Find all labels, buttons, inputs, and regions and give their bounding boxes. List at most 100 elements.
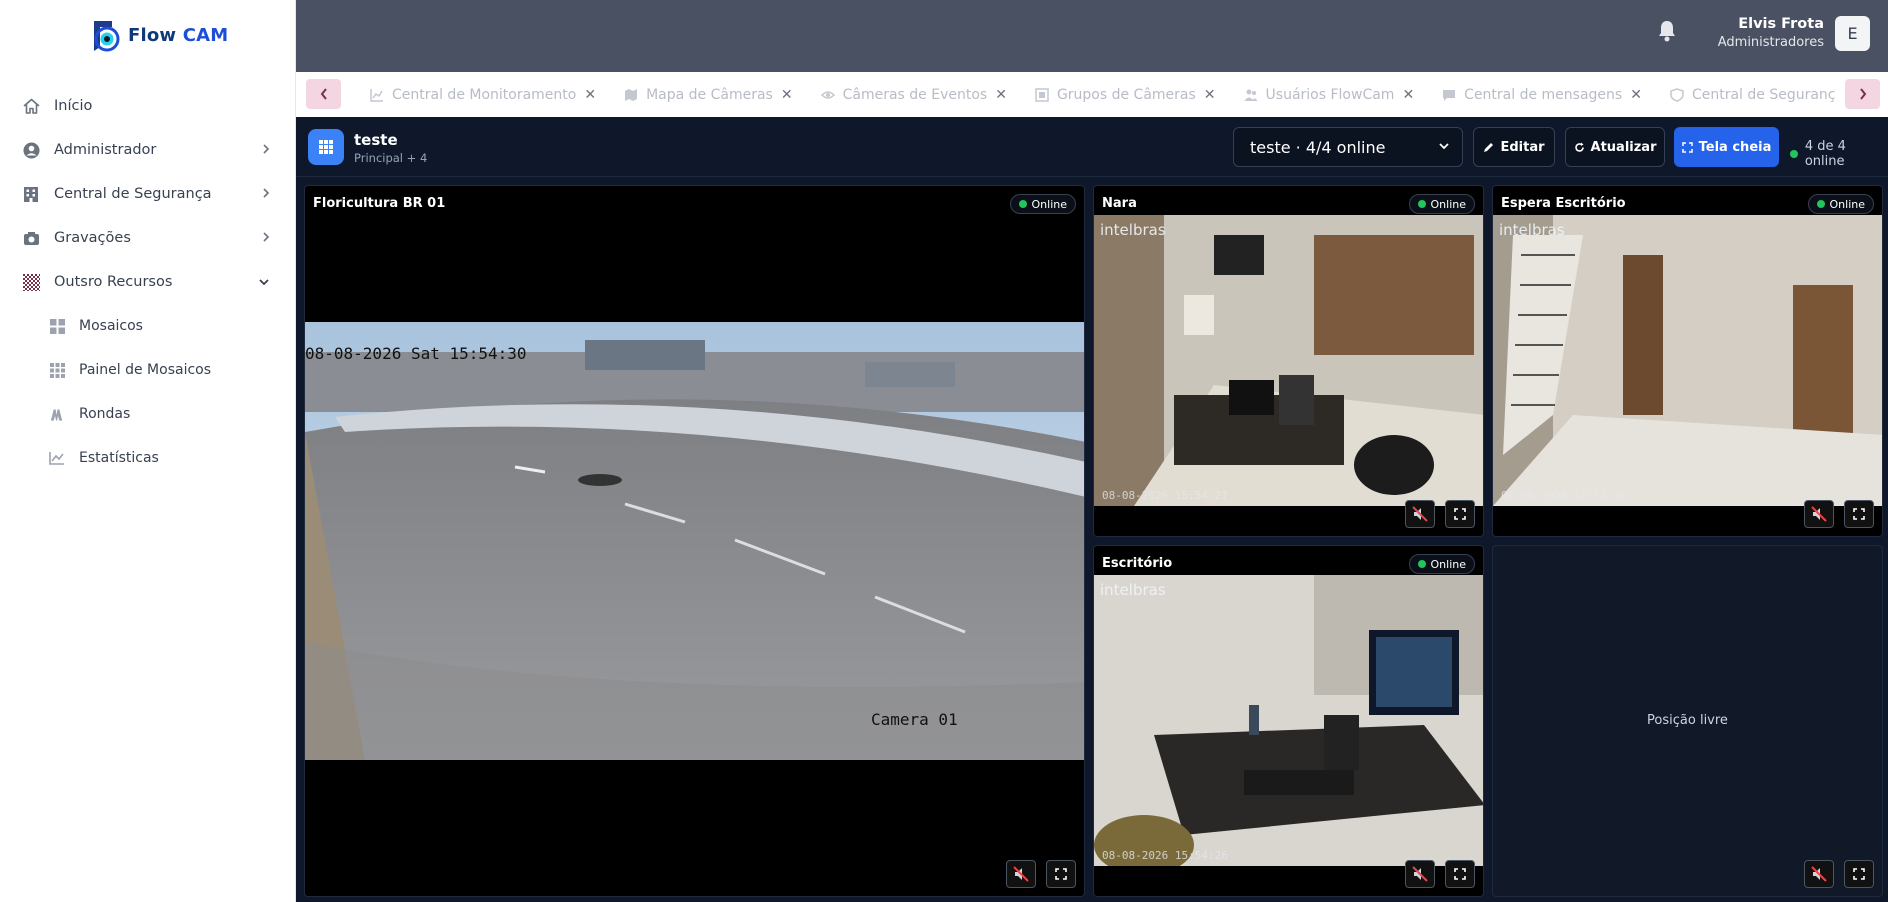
- online-dot-icon: [1018, 200, 1027, 208]
- tab-central-seguranca[interactable]: Central de Seguranç: [1670, 87, 1836, 103]
- mosaic-grid-icon: [308, 129, 344, 165]
- status-badge: Online: [1009, 194, 1076, 214]
- mosaic-select[interactable]: teste · 4/4 online: [1233, 127, 1463, 167]
- expand-button[interactable]: [1046, 860, 1076, 888]
- hallway-scene-image: [1493, 215, 1882, 506]
- tab-central-mensagens[interactable]: Central de mensagens ✕: [1442, 87, 1642, 103]
- camera-timestamp-overlay: 08-08-2026 15:54:26: [1102, 849, 1228, 862]
- logo-text: Flow CAM: [128, 25, 228, 46]
- fullscreen-button[interactable]: Tela cheia: [1674, 127, 1779, 167]
- bell-icon[interactable]: [1656, 19, 1678, 43]
- chevron-down-icon: [259, 279, 269, 286]
- camera-name: Escritório: [1102, 556, 1173, 571]
- close-icon[interactable]: ✕: [781, 87, 793, 103]
- sidebar-subitem-rondas[interactable]: Rondas: [0, 392, 296, 436]
- user-info[interactable]: Elvis Frota Administradores: [1718, 16, 1824, 50]
- camera-feed: intelbras 08-08-2026 15:54:26: [1094, 575, 1483, 866]
- sidebar-item-label: Administrador: [54, 142, 157, 158]
- close-icon[interactable]: ✕: [584, 87, 596, 103]
- map-icon: [625, 88, 638, 101]
- status-text: Online: [1430, 197, 1466, 211]
- road-scene-image: [305, 322, 1084, 760]
- camera-tile-escritorio[interactable]: Escritório Online intelbras 08-08-2026 1…: [1093, 545, 1484, 897]
- sidebar-subitem-mosaicos[interactable]: Mosaicos: [0, 304, 296, 348]
- tab-mapa-cameras[interactable]: Mapa de Câmeras ✕: [624, 87, 793, 103]
- sidebar-item-inicio[interactable]: Início: [0, 84, 296, 128]
- edit-button[interactable]: Editar: [1473, 127, 1555, 167]
- camera-tile-espera-escritorio[interactable]: Espera Escritório Online intelbras 08-08…: [1492, 185, 1883, 537]
- edit-button-label: Editar: [1500, 139, 1545, 155]
- sidebar-item-central-seguranca[interactable]: Central de Segurança: [0, 172, 296, 216]
- mute-button[interactable]: [1405, 500, 1435, 528]
- chart-icon: [49, 450, 65, 466]
- tab-central-monitoramento[interactable]: Central de Monitoramento ✕: [370, 87, 596, 103]
- camera-brand-watermark: intelbras: [1499, 221, 1565, 239]
- sidebar-nav: Início Administrador Central de Seguranç…: [0, 84, 296, 480]
- speaker-muted-icon: [1013, 866, 1029, 882]
- tab-cameras-eventos[interactable]: Câmeras de Eventos ✕: [820, 86, 1007, 103]
- fullscreen-button-label: Tela cheia: [1698, 139, 1772, 155]
- user-name: Elvis Frota: [1738, 16, 1824, 32]
- sidebar-subitem-label: Painel de Mosaicos: [79, 362, 212, 378]
- status-badge: Online: [1807, 194, 1874, 214]
- close-icon[interactable]: ✕: [1402, 87, 1414, 103]
- walk-icon: [49, 406, 65, 422]
- camera-tile-main[interactable]: Floricultura BR 01 Online 08-08-2026 Sat…: [304, 185, 1085, 897]
- expand-button[interactable]: [1445, 500, 1475, 528]
- camera-timestamp-overlay: 08-08-2026 15:54:26: [1501, 489, 1627, 502]
- camera-label-overlay: Camera 01: [871, 710, 958, 729]
- sidebar-subitem-label: Rondas: [79, 406, 131, 422]
- sidebar-item-label: Início: [54, 98, 93, 114]
- sidebar-subitem-estatisticas[interactable]: Estatísticas: [0, 436, 296, 480]
- online-dot-icon: [1790, 150, 1798, 158]
- camera-name: Floricultura BR 01: [313, 196, 446, 211]
- camera-tile-free-slot[interactable]: Posição livre: [1492, 545, 1883, 897]
- close-icon[interactable]: ✕: [1204, 87, 1216, 103]
- sidebar-item-gravacoes[interactable]: Gravações: [0, 216, 296, 260]
- tab-grupos-cameras[interactable]: Grupos de Câmeras ✕: [1035, 87, 1216, 103]
- camera-feed: intelbras 08-08-2026 15:54:27: [1094, 215, 1483, 506]
- tabs-list: Central de Monitoramento ✕ Mapa de Câmer…: [370, 72, 1840, 117]
- expand-button[interactable]: [1445, 860, 1475, 888]
- online-dot-icon: [1816, 200, 1825, 208]
- status-badge: Online: [1408, 554, 1475, 574]
- camera-icon: [22, 229, 40, 247]
- sidebar-item-administrador[interactable]: Administrador: [0, 128, 296, 172]
- expand-button[interactable]: [1844, 860, 1874, 888]
- mosaic-icon: [49, 318, 65, 334]
- tabs-scroll-left-button[interactable]: [306, 79, 341, 109]
- mute-button[interactable]: [1405, 860, 1435, 888]
- mosaic-header: teste Principal + 4 teste · 4/4 online E…: [296, 117, 1888, 177]
- close-icon[interactable]: ✕: [1630, 87, 1642, 103]
- refresh-button[interactable]: Atualizar: [1565, 127, 1665, 167]
- online-summary-text: 4 de 4 online: [1804, 139, 1846, 169]
- mute-button[interactable]: [1804, 860, 1834, 888]
- chevron-right-icon: [263, 232, 270, 242]
- camera-grid: Floricultura BR 01 Online 08-08-2026 Sat…: [296, 177, 1888, 902]
- mute-button[interactable]: [1804, 500, 1834, 528]
- tab-usuarios-flowcam[interactable]: Usuários FlowCam ✕: [1244, 87, 1414, 103]
- fullscreen-icon: [1681, 141, 1693, 153]
- camera-feed: 08-08-2026 Sat 15:54:30 Camera 01: [305, 322, 1084, 760]
- online-summary: 4 de 4 online: [1790, 139, 1888, 169]
- chevron-down-icon: [1439, 143, 1449, 150]
- mute-button[interactable]: [1006, 860, 1036, 888]
- chevron-left-icon: [320, 88, 327, 100]
- mosaic-title: teste: [354, 131, 398, 149]
- sidebar-subitem-painel-mosaicos[interactable]: Painel de Mosaicos: [0, 348, 296, 392]
- tab-label: Central de Monitoramento: [392, 86, 577, 103]
- eye-icon: [820, 90, 835, 99]
- tabs-scroll-right-button[interactable]: [1845, 79, 1880, 109]
- fullscreen-icon: [1454, 508, 1466, 520]
- tab-label: Central de mensagens: [1464, 86, 1623, 103]
- tab-label: Central de Seguranç: [1691, 86, 1836, 103]
- camera-brand-watermark: intelbras: [1100, 221, 1166, 239]
- sidebar-subitem-label: Estatísticas: [79, 450, 159, 466]
- camera-tile-nara[interactable]: Nara Online intelbras 08-08-2026 15:54:2…: [1093, 185, 1484, 537]
- avatar[interactable]: E: [1835, 16, 1870, 51]
- tab-label: Câmeras de Eventos: [842, 86, 988, 103]
- expand-button[interactable]: [1844, 500, 1874, 528]
- logo[interactable]: Flow CAM: [88, 16, 228, 54]
- close-icon[interactable]: ✕: [995, 87, 1007, 103]
- sidebar-item-outros-recursos[interactable]: Outsro Recursos: [0, 260, 296, 304]
